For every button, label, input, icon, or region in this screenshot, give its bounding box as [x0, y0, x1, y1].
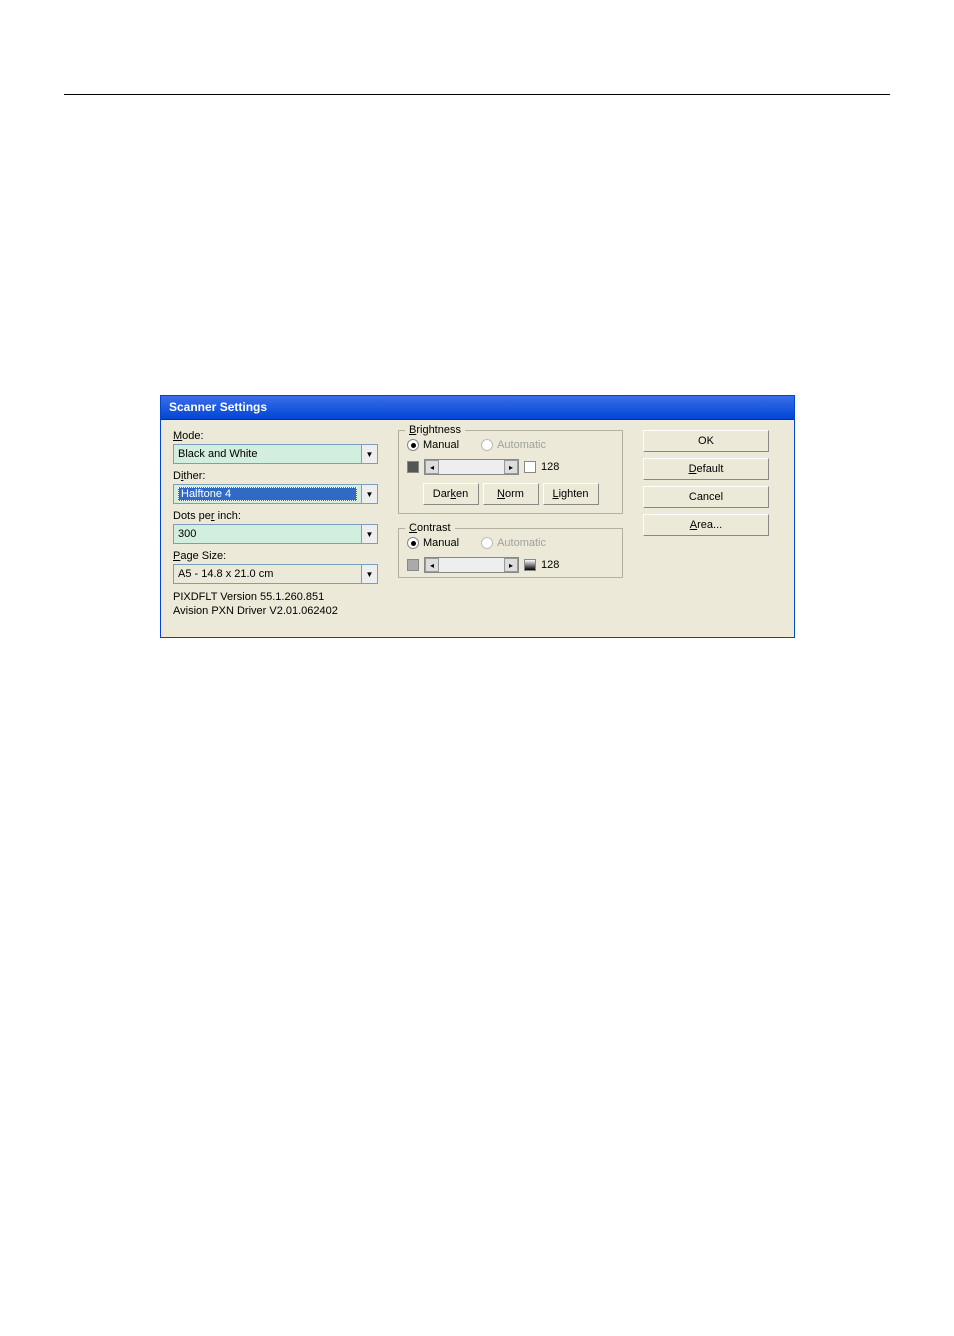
brightness-manual-radio[interactable]: Manual [407, 439, 459, 451]
version-info: PIXDFLT Version 55.1.260.851 Avision PXN… [173, 590, 378, 619]
slider-right-arrow-icon[interactable]: ▸ [504, 558, 518, 572]
right-column: OK Default Cancel Area... [623, 430, 782, 629]
brightness-slider-row: ◂ ▸ 128 [407, 459, 614, 475]
page-divider [64, 94, 890, 95]
contrast-slider[interactable]: ◂ ▸ [424, 557, 519, 573]
dither-label: Dither: [173, 470, 378, 482]
version-line-2: Avision PXN Driver V2.01.062402 [173, 604, 378, 618]
slider-right-arrow-icon[interactable]: ▸ [504, 460, 518, 474]
dropdown-icon: ▼ [361, 485, 377, 503]
brightness-value: 128 [541, 461, 559, 473]
brightness-automatic-radio: Automatic [481, 439, 546, 451]
radio-dot-icon [407, 537, 419, 549]
brightness-automatic-label: Automatic [497, 439, 546, 451]
radio-dot-icon [481, 537, 493, 549]
brightness-slider[interactable]: ◂ ▸ [424, 459, 519, 475]
brightness-manual-label: Manual [423, 439, 459, 451]
brightness-legend: Brightness [405, 424, 465, 436]
dark-indicator-icon [407, 461, 419, 473]
norm-button[interactable]: Norm [483, 483, 539, 505]
dropdown-icon: ▼ [361, 565, 377, 583]
contrast-group: Contrast Manual Automatic ◂ ▸ [398, 528, 623, 578]
radio-dot-icon [407, 439, 419, 451]
window-title: Scanner Settings [169, 400, 267, 414]
scanner-settings-dialog: Scanner Settings Mode: Black and White ▼… [160, 395, 795, 638]
slider-left-arrow-icon[interactable]: ◂ [425, 460, 439, 474]
dpi-select[interactable]: 300 ▼ [173, 524, 378, 544]
left-column: Mode: Black and White ▼ Dither: Halftone… [173, 430, 398, 629]
darken-button[interactable]: Darken [423, 483, 479, 505]
contrast-automatic-label: Automatic [497, 537, 546, 549]
mode-select[interactable]: Black and White ▼ [173, 444, 378, 464]
contrast-manual-radio[interactable]: Manual [407, 537, 459, 549]
pagesize-label: Page Size: [173, 550, 378, 562]
version-line-1: PIXDFLT Version 55.1.260.851 [173, 590, 378, 604]
ok-button[interactable]: OK [643, 430, 769, 452]
area-button[interactable]: Area... [643, 514, 769, 536]
middle-column: Brightness Manual Automatic ◂ ▸ [398, 430, 623, 629]
pagesize-value: A5 - 14.8 x 21.0 cm [178, 568, 273, 580]
brightness-group: Brightness Manual Automatic ◂ ▸ [398, 430, 623, 514]
lowcontrast-indicator-icon [407, 559, 419, 571]
titlebar: Scanner Settings [161, 396, 794, 420]
dither-select[interactable]: Halftone 4 ▼ [173, 484, 378, 504]
dpi-value: 300 [178, 528, 196, 540]
dpi-label: Dots per inch: [173, 510, 378, 522]
contrast-legend: Contrast [405, 522, 455, 534]
dropdown-icon: ▼ [361, 525, 377, 543]
contrast-value: 128 [541, 559, 559, 571]
mode-value: Black and White [178, 448, 257, 460]
mode-label: Mode: [173, 430, 378, 442]
dither-value: Halftone 4 [178, 487, 357, 501]
default-button[interactable]: Default [643, 458, 769, 480]
contrast-manual-label: Manual [423, 537, 459, 549]
slider-left-arrow-icon[interactable]: ◂ [425, 558, 439, 572]
highcontrast-indicator-icon [524, 559, 536, 571]
light-indicator-icon [524, 461, 536, 473]
lighten-button[interactable]: Lighten [543, 483, 599, 505]
radio-dot-icon [481, 439, 493, 451]
contrast-slider-row: ◂ ▸ 128 [407, 557, 614, 573]
contrast-automatic-radio: Automatic [481, 537, 546, 549]
cancel-button[interactable]: Cancel [643, 486, 769, 508]
dropdown-icon: ▼ [361, 445, 377, 463]
pagesize-select[interactable]: A5 - 14.8 x 21.0 cm ▼ [173, 564, 378, 584]
dialog-body: Mode: Black and White ▼ Dither: Halftone… [161, 420, 794, 637]
